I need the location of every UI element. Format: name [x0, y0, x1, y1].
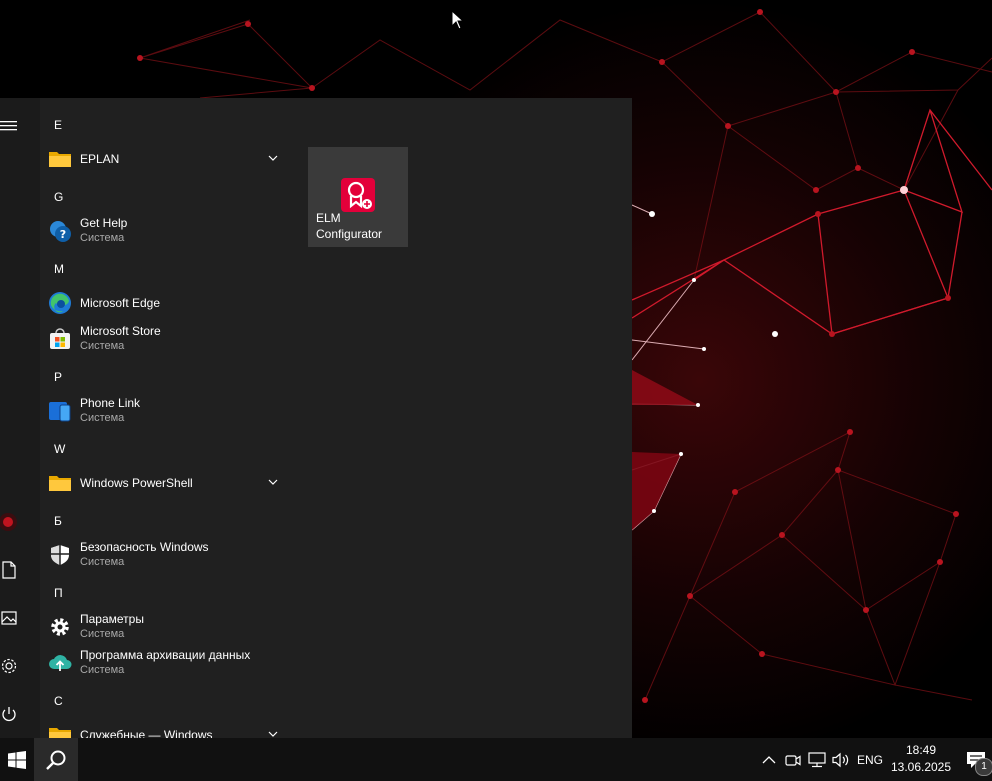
tile-elm-configurator[interactable]: ELM Configurator — [308, 147, 408, 247]
network-button[interactable] — [806, 738, 828, 781]
power-icon — [2, 707, 16, 722]
app-windows-tools-folder[interactable]: Служебные — Windows — [46, 717, 292, 738]
clock-time: 18:49 — [905, 743, 937, 757]
app-name: Программа архивации данных — [80, 648, 251, 662]
chevron-down-icon — [268, 731, 278, 737]
app-subtitle: Система — [80, 232, 125, 244]
folder-icon — [49, 728, 71, 738]
volume-button[interactable] — [830, 738, 852, 781]
app-name: Microsoft Edge — [80, 296, 161, 310]
chevron-down-icon — [268, 479, 278, 485]
show-hidden-icons-button[interactable] — [758, 738, 780, 781]
app-name: Параметры — [80, 612, 144, 626]
app-subtitle: Система — [80, 556, 125, 568]
app-subtitle: Система — [80, 664, 125, 676]
network-icon — [808, 751, 826, 767]
input-language-button[interactable]: ENG — [854, 738, 886, 781]
app-name: Безопасность Windows — [80, 540, 209, 554]
app-subtitle: Система — [80, 628, 125, 640]
input-language-label: ENG — [856, 752, 883, 767]
app-phone-link[interactable]: Phone Link Система — [46, 393, 292, 429]
folder-icon — [49, 152, 71, 167]
app-get-help[interactable]: ? Get Help Система — [46, 213, 292, 249]
search-icon — [46, 750, 66, 770]
pictures-button[interactable] — [0, 604, 28, 632]
letter-header-g[interactable]: G — [54, 187, 63, 207]
mouse-pointer-icon — [451, 10, 465, 30]
backup-icon — [49, 655, 72, 671]
taskbar: ENG 18:49 13.06.2025 1 — [0, 738, 992, 781]
letter-header-p[interactable]: P — [54, 367, 62, 387]
store-icon — [50, 328, 70, 349]
documents-button[interactable] — [0, 556, 28, 584]
app-windows-powershell-folder[interactable]: Windows PowerShell — [46, 465, 292, 501]
letter-header-m[interactable]: M — [54, 259, 64, 279]
chevron-down-icon — [268, 155, 278, 161]
app-backup[interactable]: Программа архивации данных Система — [46, 645, 292, 681]
windows-logo-icon — [8, 750, 26, 769]
letter-header-e[interactable]: E — [54, 115, 62, 135]
camera-icon — [785, 754, 801, 766]
tile-label: ELM Configurator — [316, 210, 406, 242]
pictures-icon — [1, 611, 17, 625]
shield-icon — [51, 545, 69, 565]
app-settings[interactable]: Параметры Система — [46, 609, 292, 645]
start-menu: E EPLAN G ? Get Help Система M Microsoft… — [0, 98, 632, 738]
app-list: E EPLAN G ? Get Help Система M Microsoft… — [40, 98, 300, 738]
chevron-up-icon — [762, 755, 776, 763]
power-button[interactable] — [0, 700, 28, 728]
edge-icon — [49, 292, 71, 314]
app-subtitle: Система — [80, 340, 125, 352]
clock-date: 13.06.2025 — [890, 760, 952, 774]
app-name: Windows PowerShell — [80, 476, 193, 490]
gear-icon — [1, 658, 17, 674]
elm-configurator-icon — [341, 178, 375, 212]
letter-header-w[interactable]: W — [54, 439, 65, 459]
user-account-button[interactable] — [0, 508, 28, 536]
letter-header-es[interactable]: С — [54, 691, 63, 711]
search-button[interactable] — [34, 738, 78, 781]
tile-label-line1: ELM — [316, 211, 341, 225]
svg-text:?: ? — [60, 228, 66, 241]
document-icon — [2, 561, 16, 579]
letter-header-pe[interactable]: П — [54, 583, 63, 603]
app-name: Microsoft Store — [80, 324, 161, 338]
app-name: Get Help — [80, 216, 128, 230]
get-help-icon: ? — [50, 221, 71, 242]
app-subtitle: Система — [80, 412, 125, 424]
app-microsoft-store[interactable]: Microsoft Store Система — [46, 321, 292, 357]
app-name: Служебные — Windows — [80, 728, 213, 738]
app-eplan-folder[interactable]: EPLAN — [46, 141, 292, 177]
app-name: Phone Link — [80, 396, 141, 410]
settings-button[interactable] — [0, 652, 28, 680]
phone-link-icon — [49, 402, 71, 422]
tile-label-line2: Configurator — [316, 227, 383, 241]
notification-count-badge: 1 — [975, 758, 992, 776]
hamburger-menu-icon — [0, 121, 17, 131]
speaker-icon — [832, 752, 849, 767]
folder-icon — [49, 476, 71, 491]
meet-now-button[interactable] — [782, 738, 804, 781]
app-windows-security[interactable]: Безопасность Windows Система — [46, 537, 292, 573]
gear-icon — [51, 618, 69, 636]
hamburger-menu-button[interactable] — [0, 112, 28, 140]
user-avatar-icon — [0, 513, 17, 531]
letter-header-be[interactable]: Б — [54, 511, 62, 531]
clock[interactable]: 18:49 13.06.2025 — [886, 742, 956, 776]
app-name: EPLAN — [80, 152, 120, 166]
start-button[interactable] — [0, 738, 34, 781]
start-menu-rail — [0, 98, 40, 738]
app-microsoft-edge[interactable]: Microsoft Edge — [46, 285, 292, 321]
